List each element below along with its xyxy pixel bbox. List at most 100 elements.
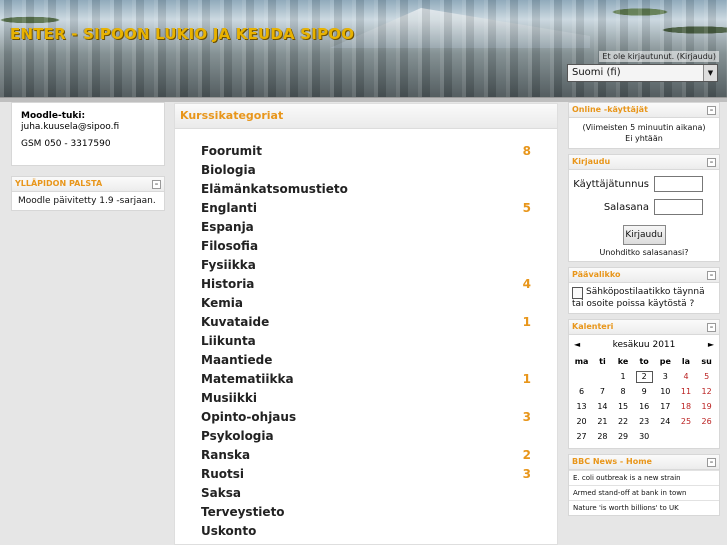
- category-link[interactable]: Terveystieto: [201, 505, 285, 519]
- category-row: Englanti 5: [201, 201, 531, 220]
- support-block: Moodle-tuki: juha.kuusela@sipoo.fi GSM 0…: [11, 102, 165, 166]
- calendar-day[interactable]: 5: [696, 369, 717, 384]
- login-status[interactable]: Et ole kirjautunut. (Kirjaudu): [599, 51, 719, 62]
- collapse-icon[interactable]: –: [707, 458, 716, 467]
- calendar-day[interactable]: 4: [676, 369, 697, 384]
- calendar-weekday: ma: [574, 357, 589, 366]
- category-link[interactable]: Ranska: [201, 448, 250, 462]
- left-column: Moodle-tuki: juha.kuusela@sipoo.fi GSM 0…: [11, 102, 165, 219]
- collapse-icon[interactable]: –: [152, 180, 161, 189]
- header-banner-image: [0, 0, 727, 97]
- calendar-day[interactable]: 18: [676, 399, 697, 414]
- category-link[interactable]: Kemia: [201, 296, 243, 310]
- online-users-block: Online -käyttäjät – (Viimeisten 5 minuut…: [568, 102, 720, 149]
- category-link[interactable]: Saksa: [201, 486, 241, 500]
- language-select-value: Suomi (fi): [572, 67, 621, 78]
- category-row: Psykologia: [201, 429, 531, 448]
- news-header: BBC News - Home –: [569, 455, 719, 470]
- calendar-weekday: ke: [617, 357, 629, 366]
- calendar-day[interactable]: 7: [592, 384, 613, 399]
- calendar-day[interactable]: 20: [571, 414, 592, 429]
- calendar-day[interactable]: 22: [613, 414, 634, 429]
- category-link[interactable]: Kuvataide: [201, 315, 269, 329]
- category-link[interactable]: Matematiikka: [201, 372, 294, 386]
- category-link[interactable]: Musiikki: [201, 391, 257, 405]
- support-title: Moodle-tuki:: [21, 111, 86, 121]
- calendar-day[interactable]: 16: [633, 399, 655, 414]
- calendar-day[interactable]: 29: [613, 429, 634, 444]
- category-row: Musiikki: [201, 391, 531, 410]
- category-link[interactable]: Filosofia: [201, 239, 258, 253]
- calendar-day[interactable]: 26: [696, 414, 717, 429]
- category-link[interactable]: Foorumit: [201, 144, 262, 158]
- category-link[interactable]: Opinto-ohjaus: [201, 410, 296, 424]
- online-users-title: Online -käyttäjät: [572, 105, 648, 114]
- calendar-day[interactable]: 9: [633, 384, 655, 399]
- collapse-icon[interactable]: –: [707, 323, 716, 332]
- category-link[interactable]: Biologia: [201, 163, 256, 177]
- category-link[interactable]: Maantiede: [201, 353, 272, 367]
- collapse-icon[interactable]: –: [707, 158, 716, 167]
- collapse-icon[interactable]: –: [707, 271, 716, 280]
- main-menu-title: Päävalikko: [572, 270, 621, 279]
- news-item-link[interactable]: E. coli outbreak is a new strain: [569, 470, 719, 485]
- category-link[interactable]: Elämänkatsomustieto: [201, 182, 348, 196]
- online-users-header: Online -käyttäjät –: [569, 103, 719, 118]
- news-item-link[interactable]: Armed stand-off at bank in town: [569, 485, 719, 500]
- collapse-icon[interactable]: –: [707, 106, 716, 115]
- news-item-link[interactable]: Nature 'is worth billions' to UK: [569, 500, 719, 515]
- category-course-count: 5: [522, 201, 531, 215]
- calendar-day[interactable]: 12: [696, 384, 717, 399]
- category-link[interactable]: Liikunta: [201, 334, 256, 348]
- calendar-day[interactable]: 10: [655, 384, 676, 399]
- site-title[interactable]: ENTER - SIPOON LUKIO JA KEUDA SIPOO: [10, 25, 354, 43]
- category-link[interactable]: Psykologia: [201, 429, 274, 443]
- calendar-prev-icon[interactable]: ◄: [574, 338, 580, 352]
- calendar-day[interactable]: 30: [633, 429, 655, 444]
- calendar-day[interactable]: 17: [655, 399, 676, 414]
- calendar-next-icon[interactable]: ►: [708, 338, 714, 352]
- chevron-down-icon[interactable]: ▼: [703, 65, 717, 81]
- calendar-header: Kalenteri –: [569, 320, 719, 335]
- category-link[interactable]: Fysiikka: [201, 258, 256, 272]
- category-row: Uskonto: [201, 524, 531, 543]
- calendar-day[interactable]: 19: [696, 399, 717, 414]
- category-row: Saksa: [201, 486, 531, 505]
- calendar-day[interactable]: 15: [613, 399, 634, 414]
- calendar-day[interactable]: 21: [592, 414, 613, 429]
- calendar-week: 6 7 8 9 10 11 12: [571, 384, 717, 399]
- calendar-day[interactable]: 27: [571, 429, 592, 444]
- username-input[interactable]: [654, 176, 703, 192]
- news-list: E. coli outbreak is a new strain Armed st…: [569, 470, 719, 515]
- calendar-day[interactable]: 1: [613, 369, 634, 384]
- calendar-day[interactable]: 28: [592, 429, 613, 444]
- calendar-day[interactable]: 3: [655, 369, 676, 384]
- calendar-day[interactable]: 25: [676, 414, 697, 429]
- category-link[interactable]: Ruotsi: [201, 467, 244, 481]
- news-block: BBC News - Home – E. coli outbreak is a …: [568, 454, 720, 516]
- calendar-month[interactable]: kesäkuu 2011: [613, 340, 676, 350]
- password-input[interactable]: [654, 199, 703, 215]
- calendar-day[interactable]: 24: [655, 414, 676, 429]
- forgot-password-link[interactable]: Unohditko salasanasi?: [575, 248, 713, 257]
- calendar-day: [696, 429, 717, 444]
- admin-block-header: YLLÄPIDON PALSTA –: [12, 177, 164, 192]
- calendar-day[interactable]: 13: [571, 399, 592, 414]
- language-select[interactable]: Suomi (fi) ▼: [567, 64, 718, 82]
- calendar-today[interactable]: 2: [633, 369, 655, 384]
- calendar-day[interactable]: 6: [571, 384, 592, 399]
- calendar-day[interactable]: 11: [676, 384, 697, 399]
- category-link[interactable]: Historia: [201, 277, 254, 291]
- category-row: Maantiede: [201, 353, 531, 372]
- category-link[interactable]: Englanti: [201, 201, 257, 215]
- category-row: Fysiikka: [201, 258, 531, 277]
- login-button[interactable]: Kirjaudu: [622, 225, 666, 245]
- site-header: ENTER - SIPOON LUKIO JA KEUDA SIPOO Et o…: [0, 0, 727, 97]
- category-row: Espanja: [201, 220, 531, 239]
- calendar-day[interactable]: 14: [592, 399, 613, 414]
- category-link[interactable]: Uskonto: [201, 524, 256, 538]
- calendar-day[interactable]: 23: [633, 414, 655, 429]
- category-link[interactable]: Espanja: [201, 220, 254, 234]
- main-menu-item[interactable]: Sähköpostilaatikko täynnä tai osoite poi…: [569, 283, 719, 313]
- calendar-day[interactable]: 8: [613, 384, 634, 399]
